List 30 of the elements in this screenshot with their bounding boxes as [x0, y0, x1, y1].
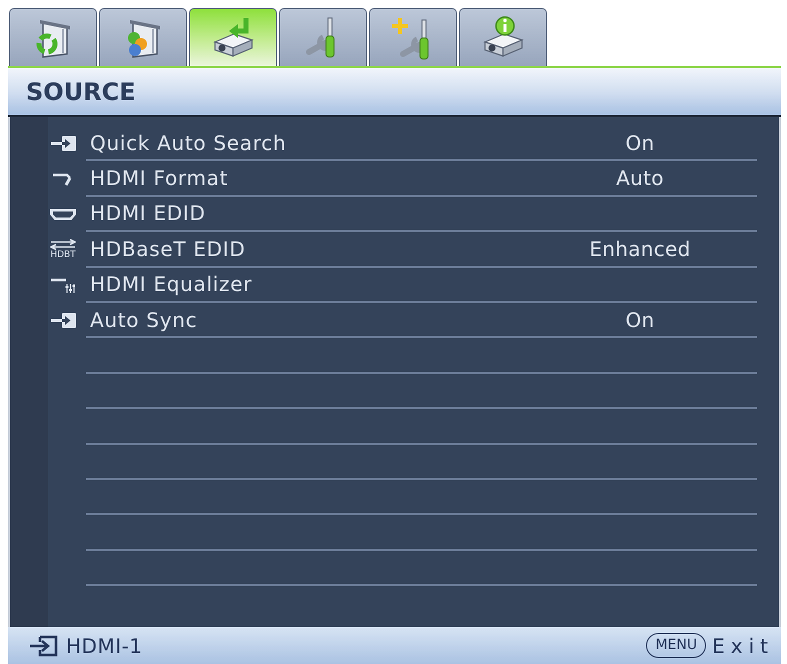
menu-item[interactable]: HDBaseT EDID — [90, 236, 246, 261]
setting-value: Enhanced — [589, 236, 691, 261]
menu-tab[interactable] — [279, 8, 367, 66]
menu-title: SOURCE — [26, 78, 136, 106]
menu-key: MENU — [646, 633, 706, 658]
projector-info-icon — [481, 16, 525, 60]
menu-item[interactable]: HDMI EDID — [90, 201, 206, 226]
input-icon — [28, 634, 58, 656]
plug-icon — [53, 172, 73, 186]
icon-caption: HDBT — [50, 251, 76, 260]
menu-tab[interactable] — [369, 8, 457, 66]
menu-item[interactable]: HDMI Format — [90, 166, 228, 190]
setting-value: Auto — [616, 166, 664, 190]
cable-sliders-icon — [51, 277, 75, 294]
menu-tab[interactable] — [99, 8, 187, 66]
projector-arrow-icon — [211, 16, 255, 60]
input-arrow-icon — [50, 136, 76, 152]
setting-value: On — [625, 308, 655, 332]
menu-tab[interactable] — [9, 8, 97, 66]
menu-tab[interactable] — [459, 8, 547, 66]
input-arrow-icon — [50, 313, 76, 328]
port-icon — [49, 208, 77, 221]
exit-hint: Exit — [712, 634, 774, 658]
two-arrows-icon — [50, 239, 76, 250]
menu-item[interactable]: Quick Auto Search — [90, 130, 286, 155]
menu-item[interactable]: Auto Sync — [90, 308, 198, 332]
menu-tab[interactable] — [189, 8, 277, 66]
menu-item[interactable]: HDMI Equalizer — [90, 272, 252, 296]
input-source-label: HDMI-1 — [66, 634, 143, 658]
setting-value: On — [625, 130, 655, 155]
